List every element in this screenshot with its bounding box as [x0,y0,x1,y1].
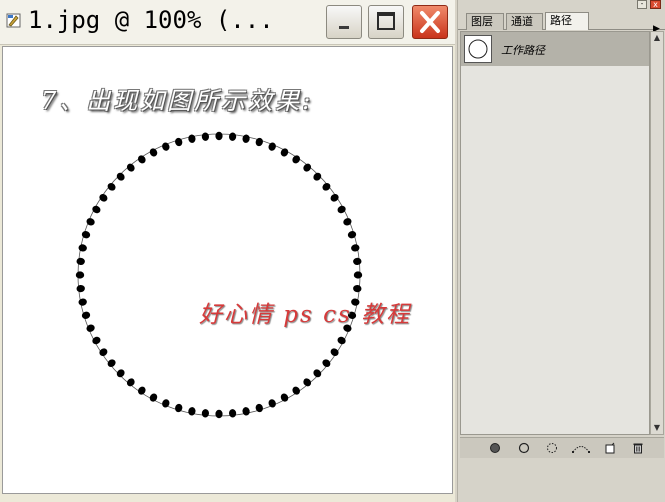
ring-dot [347,231,357,239]
ring-dot [201,409,210,418]
ring-dot [303,163,312,172]
scroll-down-icon[interactable]: ▼ [651,422,663,434]
ring-dot [292,386,300,395]
ring-dot [330,194,339,202]
maximize-button[interactable] [368,5,404,39]
image-canvas[interactable]: 7、出现如图所示效果: 好心情 ps cs 教程 [2,46,453,494]
ring-dot [215,409,223,419]
ring-dot [255,137,263,147]
ring-dot [303,378,312,387]
ring-dot [107,359,116,368]
tab-channels[interactable]: 通道 [506,13,543,30]
ring-dot [292,155,300,164]
ring-dot [353,284,362,293]
close-button[interactable] [412,5,448,39]
ring-dot [138,386,146,395]
ring-dot [313,172,322,181]
palette-footer [460,437,664,458]
watermark-text: 好心情 ps cs 教程 [199,302,412,328]
ring-dot [175,403,183,413]
dot-ring [75,131,363,419]
delete-path-icon[interactable] [631,441,645,455]
make-work-path-icon[interactable] [571,441,591,455]
ring-dot [353,271,363,279]
ring-dot [242,407,250,416]
ring-dot [81,231,91,239]
ring-dot [188,134,196,143]
ring-dot [99,348,108,356]
paths-palette: - x 图层 通道 路径 ▶ 工作路径 ▲ ▼ [457,0,665,502]
ring-dot [242,134,250,143]
minimize-icon [339,26,349,29]
ring-dot [228,132,237,141]
window-title: 1.jpg @ 100% (... [28,6,274,34]
path-list-scrollbar[interactable]: ▲ ▼ [650,31,664,435]
ring-dot [201,132,210,141]
tab-layers[interactable]: 图层 [466,13,504,30]
path-name: 工作路径 [501,44,545,57]
palette-close-button[interactable]: x [650,0,661,9]
maximize-icon [377,12,395,30]
palette-empty-area [458,458,665,502]
ring-dot [116,369,125,378]
palette-tabs: 图层 通道 路径 ▶ [458,10,665,34]
document-icon [6,13,21,28]
ring-dot [175,137,183,147]
stroke-path-icon[interactable] [517,441,531,455]
close-icon [420,11,440,33]
tab-paths[interactable]: 路径 [545,12,589,30]
title-bar[interactable]: 1.jpg @ 100% (... [0,0,455,45]
new-path-icon[interactable] [603,441,617,455]
minimize-button[interactable] [326,5,362,39]
ring-dot [78,298,87,306]
palette-minimize-button[interactable]: - [637,0,647,9]
ring-dot [76,257,85,266]
ring-dot [75,271,85,279]
ring-dot [228,409,237,418]
ring-dot [138,155,146,164]
document-window: 1.jpg @ 100% (... 7、出现如图所示效果: 好心情 ps cs … [0,0,455,502]
palette-title-bar[interactable]: - x [458,0,665,10]
path-row-work-path[interactable]: 工作路径 [461,32,649,66]
ring-dot [353,257,362,266]
ring-dot [255,403,263,413]
ring-dot [78,244,87,252]
circle-path-icon [464,35,492,63]
ring-dot [126,163,135,172]
ring-dot [351,244,360,252]
ring-dot [322,182,331,191]
scroll-up-icon[interactable]: ▲ [651,32,663,44]
fill-path-icon[interactable] [488,441,502,455]
ring-dot [188,407,196,416]
ring-dot [81,311,91,319]
step-caption: 7、出现如图所示效果: [41,87,314,115]
ring-dot [330,348,339,356]
ring-dot [116,172,125,181]
ring-dot [99,194,108,202]
ring-dot [322,359,331,368]
ring-dot [215,131,223,141]
ring-dot [76,284,85,293]
ring-dot [126,378,135,387]
path-list: 工作路径 [460,31,650,435]
load-as-selection-icon[interactable] [545,441,559,455]
ring-dot [313,369,322,378]
ring-dot [107,182,116,191]
